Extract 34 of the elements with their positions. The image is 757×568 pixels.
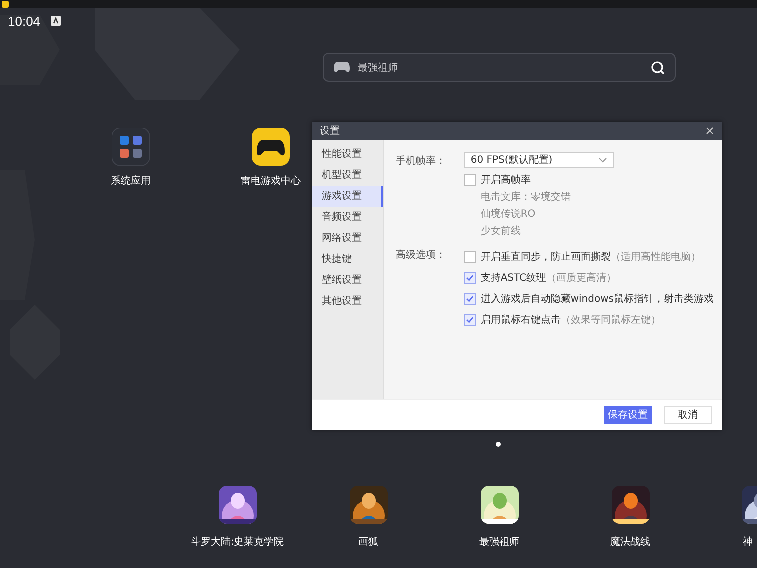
dialog-title: 设置 xyxy=(320,124,340,138)
search-field[interactable]: 最强祖师 xyxy=(323,53,676,82)
sidebar-item[interactable]: 壁纸设置 xyxy=(312,270,383,291)
game-name: 少女前线 xyxy=(480,224,522,238)
app-label: 斗罗大陆:史莱克学院 xyxy=(190,536,284,549)
option-label: 启用鼠标右键点击 xyxy=(480,314,561,326)
app-label: 雷电游戏中心 xyxy=(241,174,301,188)
sidebar-item[interactable]: 其他设置 xyxy=(312,291,383,312)
app-label: 系统应用 xyxy=(111,174,151,188)
fps-dropdown[interactable]: 60 FPS(默认配置) xyxy=(464,152,614,168)
app-label: 画狐 xyxy=(358,536,378,549)
app-label: 魔法战线 xyxy=(610,536,650,549)
option-note: （效果等同鼠标左键） xyxy=(560,314,661,326)
save-button[interactable]: 保存设置 xyxy=(604,406,652,424)
sidebar-item[interactable]: 性能设置 xyxy=(312,144,383,165)
sidebar-item[interactable]: 游戏设置 xyxy=(312,186,383,207)
cancel-button[interactable]: 取消 xyxy=(664,406,712,424)
sidebar-item[interactable]: 快捷键 xyxy=(312,249,383,270)
sidebar-item[interactable]: 音频设置 xyxy=(312,207,383,228)
sidebar-item[interactable]: 网络设置 xyxy=(312,228,383,249)
game-name: 电击文库：零境交错 xyxy=(480,190,572,204)
option-label: 开启垂直同步，防止画面撕裂 xyxy=(480,250,611,264)
sidebar-item[interactable]: 机型设置 xyxy=(312,165,383,186)
fps-label: 手机帧率： xyxy=(396,154,447,169)
option-label: 支持ASTC纹理 xyxy=(480,272,547,284)
app-label: 最强祖师 xyxy=(480,536,520,549)
option-note: （画质更高清） xyxy=(546,272,617,284)
clock: 10:04 xyxy=(8,14,41,28)
advanced-label: 高级选项： xyxy=(396,248,447,263)
app-label: 神 xyxy=(743,536,753,549)
game-name: 仙境传说RO xyxy=(480,208,537,221)
option-label: 开启高帧率 xyxy=(480,174,531,187)
option-note: （适用高性能电脑） xyxy=(610,250,701,264)
option-label: 进入游戏后自动隐藏windows鼠标指针，射击类游戏 xyxy=(480,292,714,306)
